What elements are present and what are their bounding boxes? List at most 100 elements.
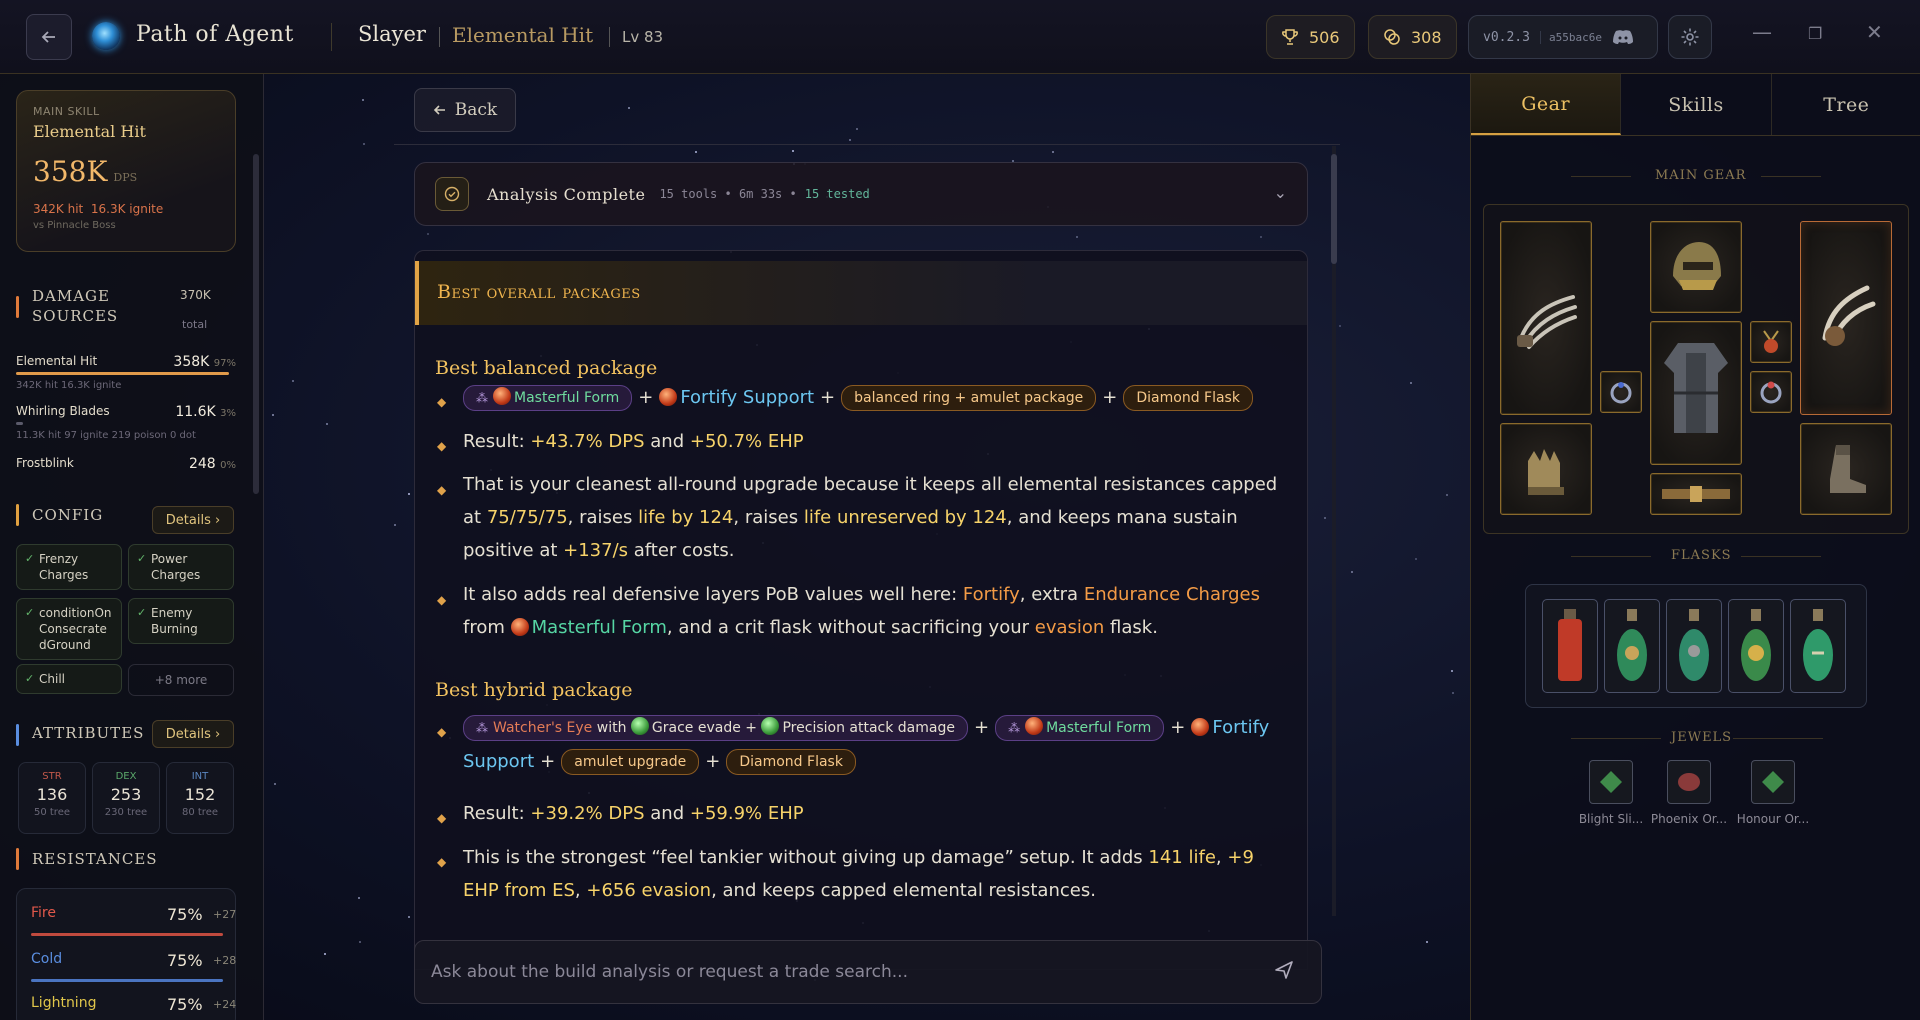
ring-left-slot[interactable] (1600, 371, 1642, 413)
coin-counter[interactable]: 308 (1368, 15, 1457, 59)
config-chip[interactable]: ✓ Frenzy Charges (16, 544, 122, 590)
back-nav-button[interactable] (26, 14, 72, 60)
dps-gain: +43.7% DPS (530, 431, 645, 452)
bullet-icon: ◆ (437, 855, 447, 869)
check-icon: ✓ (137, 552, 147, 565)
trophy-counter[interactable]: 506 (1266, 15, 1355, 59)
config-chip[interactable]: ✓ Enemy Burning (128, 598, 234, 644)
damage-share-bar (16, 372, 229, 375)
divider (394, 144, 1340, 145)
check-icon: ✓ (137, 606, 147, 619)
ring-right-slot[interactable] (1750, 371, 1792, 413)
sidebar-scrollbar[interactable] (253, 154, 259, 494)
gloves-slot[interactable] (1500, 423, 1592, 515)
boots-slot[interactable] (1800, 423, 1892, 515)
attributes-details-button[interactable]: Details › (152, 720, 234, 748)
tab-skills[interactable]: Skills (1621, 74, 1772, 135)
jewel-icon (1678, 773, 1700, 791)
attribute-value: 152 (184, 785, 216, 804)
chip-text: Precision (782, 720, 845, 736)
helmet-slot[interactable] (1650, 221, 1742, 313)
content-scrollbar-thumb[interactable] (1331, 154, 1337, 264)
send-icon[interactable] (1273, 959, 1295, 986)
highlight: Endurance Charges (1083, 584, 1260, 605)
highlight: +137/s (563, 540, 629, 561)
flask-slot[interactable] (1666, 599, 1722, 693)
passive-node-chip[interactable]: ⁂ Masterful Form (463, 385, 633, 411)
flask-slot[interactable] (1728, 599, 1784, 693)
trophy-icon (1282, 29, 1298, 45)
watchers-eye-chip[interactable]: ⁂ Watcher's Eye with Grace evade + Precis… (463, 715, 968, 741)
item-chip[interactable]: Diamond Flask (726, 749, 856, 775)
section-accent (16, 296, 19, 318)
main-skill-name: Elemental Hit (33, 122, 146, 141)
item-chip[interactable]: Diamond Flask (1123, 385, 1253, 411)
main-skill-card[interactable]: MAIN SKILL Elemental Hit 358K DPS 342K hi… (16, 90, 236, 252)
bullet-icon: ◆ (437, 725, 447, 739)
minimize-button[interactable]: — (1752, 20, 1772, 44)
section-accent (16, 504, 19, 526)
details-label: Details (165, 726, 211, 742)
version-badge[interactable]: v0.2.3 a55bac6e (1468, 15, 1658, 59)
discord-icon[interactable] (1612, 29, 1634, 45)
back-label: Back (454, 100, 498, 120)
offhand-slot[interactable] (1800, 221, 1892, 415)
damage-source-row[interactable]: Elemental Hit 358K 97% (16, 354, 236, 370)
claw-icon (1517, 295, 1577, 349)
damage-source-row[interactable]: Frostblink 248 0% (16, 456, 236, 472)
passive-node-chip[interactable]: ⁂ Masterful Form (995, 715, 1165, 741)
text: Result: (463, 803, 531, 824)
node-link[interactable]: Masterful Form (532, 617, 667, 638)
body-armour-slot[interactable] (1650, 321, 1742, 465)
back-button[interactable]: Back (414, 88, 516, 132)
item-chip[interactable]: amulet upgrade (561, 749, 700, 775)
gem-link[interactable]: Fortify Support (680, 387, 814, 408)
jewel-slot[interactable] (1589, 760, 1633, 804)
damage-source-row[interactable]: Whirling Blades 11.6K 3% (16, 404, 236, 420)
flask-slot[interactable] (1790, 599, 1846, 693)
jewel-slot[interactable] (1751, 760, 1795, 804)
config-details-button[interactable]: Details › (152, 506, 234, 534)
bullet-icon: ◆ (437, 395, 447, 409)
amulet-slot[interactable] (1750, 321, 1792, 363)
weapon-slot[interactable] (1500, 221, 1592, 415)
boots-icon (1830, 445, 1866, 493)
value: 248 (188, 456, 216, 472)
attribute-key: INT (191, 771, 209, 782)
item-chip[interactable]: balanced ring + amulet package (841, 385, 1097, 411)
text: from (463, 617, 511, 638)
chevron-down-icon[interactable]: ⌄ (1274, 183, 1287, 202)
hit-text: 342K hit (33, 202, 84, 216)
pct: 0% (220, 460, 236, 471)
damage-source-value: 248 0% (189, 456, 236, 472)
tab-tree[interactable]: Tree (1772, 74, 1920, 135)
config-more-button[interactable]: +8 more (128, 664, 234, 696)
settings-button[interactable] (1668, 15, 1712, 59)
divider (1733, 738, 1823, 739)
check-icon: ✓ (25, 552, 35, 565)
text: , (1215, 847, 1228, 868)
flask-slot[interactable] (1604, 599, 1660, 693)
hybrid-explanation: This is the strongest “feel tankier with… (463, 841, 1283, 907)
close-button[interactable]: ✕ (1866, 20, 1883, 44)
gold-green-flask-icon (1741, 609, 1771, 681)
config-chip-label: Frenzy Charges (39, 552, 89, 582)
maximize-button[interactable]: ❐ (1808, 24, 1822, 43)
trophy-count: 506 (1309, 27, 1340, 47)
gear-grid (1483, 204, 1909, 534)
highlight: life unreserved by 124 (803, 507, 1007, 528)
flask-slot[interactable] (1542, 599, 1598, 693)
belt-slot[interactable] (1650, 473, 1742, 515)
config-chip[interactable]: ✓ Chill (16, 664, 122, 694)
section-accent (16, 848, 19, 870)
resistance-row: Fire 75% +27 (31, 905, 236, 924)
config-chip[interactable]: ✓ conditionOnConsecratedGround (16, 598, 122, 660)
tab-gear[interactable]: Gear (1471, 74, 1622, 135)
config-chip[interactable]: ✓ Power Charges (128, 544, 234, 590)
analysis-status-bar[interactable]: Analysis Complete 15 tools • 6m 33s • 15… (414, 162, 1308, 226)
claw-icon (1822, 285, 1876, 346)
chat-input[interactable] (431, 955, 1251, 989)
balanced-items-line: ⁂ Masterful Form + Fortify Support + balanced… (463, 381, 1283, 414)
body-armour-icon (1664, 343, 1728, 433)
jewel-slot[interactable] (1667, 760, 1711, 804)
